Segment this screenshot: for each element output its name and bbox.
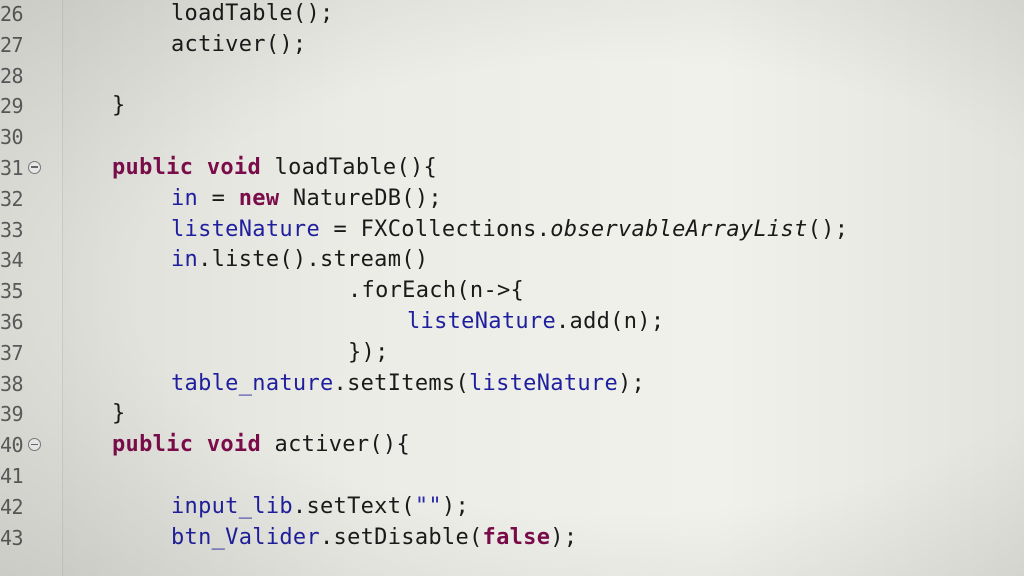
line-number: 35	[0, 279, 24, 304]
code-token: observableArrayList	[550, 216, 808, 242]
line-number: 39	[0, 402, 24, 427]
code-text: input_lib.setText("");	[171, 492, 469, 523]
code-text: public void activer(){	[112, 430, 410, 461]
code-line[interactable]: 28	[0, 61, 1024, 92]
code-text: public void loadTable(){	[112, 153, 437, 184]
code-token: .setDisable(	[320, 524, 483, 550]
code-text: listeNature = FXCollections.observableAr…	[171, 215, 848, 246]
line-number: 26	[0, 2, 24, 26]
code-token: }	[112, 93, 126, 119]
code-token: public	[112, 154, 194, 180]
code-token: public	[112, 432, 194, 458]
line-number: 37	[0, 340, 24, 365]
fold-collapse-icon[interactable]	[28, 160, 41, 174]
code-text: .forEach(n->{	[348, 276, 524, 307]
line-number: 38	[0, 371, 24, 396]
code-line[interactable]: 29}	[0, 91, 1024, 122]
code-token: ""	[414, 493, 442, 519]
code-text: btn_Valider.setDisable(false);	[171, 523, 577, 554]
code-text: listeNature.add(n);	[407, 307, 664, 338]
code-text: }	[112, 91, 126, 122]
code-token: void	[206, 432, 262, 458]
code-line[interactable]: 43 btn_Valider.setDisable(false);	[0, 523, 1024, 554]
code-line[interactable]: 37});	[0, 338, 1024, 369]
code-token: btn_Valider	[171, 524, 320, 550]
code-line[interactable]: 27 activer();	[0, 30, 1024, 61]
code-text: }	[112, 399, 126, 430]
line-number: 42	[0, 494, 24, 519]
line-number: 28	[0, 63, 24, 88]
code-token: .add(n);	[556, 308, 665, 334]
code-line[interactable]: 39}	[0, 399, 1024, 430]
code-line[interactable]: 34 in.liste().stream()	[0, 245, 1024, 276]
code-line[interactable]: 30	[0, 122, 1024, 153]
code-token: .setText(	[292, 493, 415, 519]
line-number: 30	[0, 125, 24, 150]
code-line[interactable]: 42 input_lib.setText("");	[0, 492, 1024, 523]
code-token: void	[206, 154, 262, 180]
code-token: false	[482, 524, 551, 550]
code-token: in	[171, 185, 199, 211]
code-line[interactable]: 31 public void loadTable(){	[0, 153, 1024, 184]
code-text: in.liste().stream()	[171, 245, 428, 276]
code-token: ();	[807, 216, 849, 242]
code-line[interactable]: 26 loadTable();	[0, 0, 1024, 30]
code-line[interactable]: 33 listeNature = FXCollections.observable…	[0, 215, 1024, 246]
code-token: activer();	[171, 31, 307, 57]
code-token: });	[348, 339, 389, 365]
code-editor[interactable]: 26 loadTable(); 27 activer(); 28 29} 30 31 publi…	[0, 0, 1024, 576]
code-token: = FXCollections.	[320, 216, 551, 242]
code-line[interactable]: 41	[0, 461, 1024, 492]
line-number: 36	[0, 309, 24, 334]
code-token: input_lib	[171, 493, 293, 519]
code-lines: 26 loadTable(); 27 activer(); 28 29} 30 31 publi…	[0, 0, 1024, 553]
code-token: );	[441, 493, 469, 519]
line-number: 41	[0, 463, 24, 488]
line-number: 27	[0, 32, 24, 57]
code-text: in = new NatureDB();	[171, 184, 442, 215]
code-token: .setItems(	[333, 370, 469, 396]
code-token: loadTable(){	[261, 154, 438, 180]
code-token: .forEach(n->{	[348, 278, 525, 304]
code-token: new	[238, 185, 280, 211]
code-token: activer(){	[261, 432, 411, 458]
code-text: loadTable();	[171, 0, 334, 30]
code-line[interactable]: 36 listeNature.add(n);	[0, 307, 1024, 338]
line-number: 34	[0, 248, 24, 273]
code-text: });	[348, 338, 389, 369]
code-token: .liste().stream()	[198, 247, 429, 273]
line-number: 29	[0, 94, 24, 119]
code-token: loadTable();	[171, 1, 334, 26]
code-text: table_nature.setItems(listeNature);	[171, 369, 645, 400]
code-token: NatureDB();	[279, 185, 442, 211]
code-line[interactable]: 38 table_nature.setItems(listeNature);	[0, 369, 1024, 400]
code-token: );	[618, 370, 646, 396]
line-number: 43	[0, 525, 24, 550]
code-line[interactable]: 35 .forEach(n->{	[0, 276, 1024, 307]
code-token: in	[171, 247, 199, 273]
code-text: activer();	[171, 30, 306, 61]
code-line[interactable]: 40 public void activer(){	[0, 430, 1024, 461]
code-token: );	[550, 524, 578, 550]
code-token: table_nature	[171, 370, 334, 396]
line-number: 32	[0, 186, 24, 211]
code-line[interactable]: 32 in = new NatureDB();	[0, 184, 1024, 215]
code-token: listeNature	[171, 216, 320, 242]
code-token: =	[198, 185, 239, 211]
line-number: 33	[0, 217, 24, 242]
code-token: }	[112, 401, 126, 427]
code-token: listeNature	[407, 308, 556, 334]
code-token: listeNature	[469, 370, 618, 396]
